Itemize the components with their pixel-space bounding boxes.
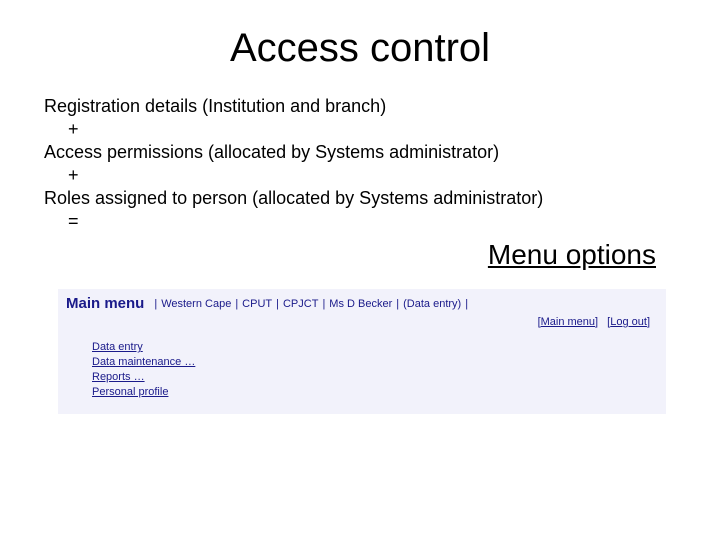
slide-title: Access control xyxy=(44,26,676,71)
body-op-1: + xyxy=(44,118,676,141)
crumb-user: Ms D Becker xyxy=(329,298,392,310)
main-menu-title: Main menu xyxy=(66,295,144,312)
menu-item-data-maintenance[interactable]: Data maintenance … xyxy=(92,355,666,370)
crumb-sep: | xyxy=(396,298,399,310)
crumb-sep: | xyxy=(154,298,157,310)
crumb-institution: CPUT xyxy=(242,298,272,310)
body-line-3: Roles assigned to person (allocated by S… xyxy=(44,187,676,210)
menu-options-label: Menu options xyxy=(44,239,656,271)
menu-sublinks: Main menu Log out xyxy=(58,314,666,336)
body-text-block: Registration details (Institution and br… xyxy=(44,95,676,233)
crumb-sep: | xyxy=(235,298,238,310)
menu-item-reports[interactable]: Reports … xyxy=(92,370,666,385)
body-op-2: + xyxy=(44,164,676,187)
link-log-out[interactable]: Log out xyxy=(607,316,650,328)
body-line-1: Registration details (Institution and br… xyxy=(44,95,676,118)
crumb-region: Western Cape xyxy=(161,298,231,310)
menu-list: Data entry Data maintenance … Reports … … xyxy=(58,336,666,413)
main-menu-panel: Main menu | Western Cape | CPUT | CPJCT … xyxy=(58,289,666,413)
menu-item-personal-profile[interactable]: Personal profile xyxy=(92,385,666,400)
link-main-menu[interactable]: Main menu xyxy=(538,316,599,328)
crumb-sep: | xyxy=(276,298,279,310)
main-menu-header: Main menu | Western Cape | CPUT | CPJCT … xyxy=(58,289,666,314)
crumb-role: (Data entry) xyxy=(403,298,461,310)
body-line-2: Access permissions (allocated by Systems… xyxy=(44,141,676,164)
crumb-sep: | xyxy=(322,298,325,310)
crumb-sep: | xyxy=(465,298,468,310)
crumb-branch: CPJCT xyxy=(283,298,318,310)
body-op-3: = xyxy=(44,210,676,233)
menu-item-data-entry[interactable]: Data entry xyxy=(92,340,666,355)
